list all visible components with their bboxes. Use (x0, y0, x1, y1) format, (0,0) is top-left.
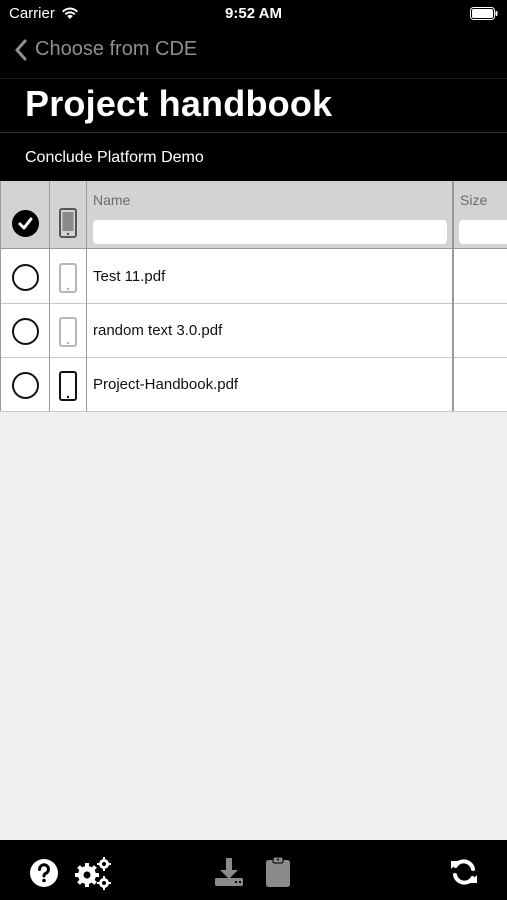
table-row[interactable]: random text 3.0.pdf (0, 304, 507, 358)
subtitle-bar: Conclude Platform Demo (0, 132, 507, 181)
device-not-downloaded-icon (59, 263, 77, 293)
device-downloaded-icon (59, 371, 77, 401)
name-filter-input[interactable] (93, 220, 447, 244)
checkmark-icon (18, 217, 33, 230)
back-button[interactable]: Choose from CDE (14, 38, 197, 61)
row-select-radio[interactable] (12, 318, 39, 345)
title-bar: Project handbook (0, 78, 507, 132)
settings-icon[interactable] (73, 856, 113, 890)
back-label: Choose from CDE (35, 38, 198, 60)
download-icon[interactable] (213, 856, 245, 888)
clipboard-icon[interactable] (265, 856, 291, 888)
select-all-checkbox[interactable] (12, 210, 39, 237)
name-column-header[interactable]: Name (93, 192, 130, 208)
size-column-header[interactable]: Size (460, 192, 487, 208)
file-table: Name Size Test 11.pdf random text 3.0.pd… (0, 181, 507, 412)
table-header: Name Size (0, 181, 507, 249)
project-name: Conclude Platform Demo (25, 149, 204, 166)
clock: 9:52 AM (225, 5, 282, 22)
page-title: Project handbook (25, 83, 333, 124)
help-icon[interactable] (29, 858, 59, 888)
chevron-left-icon (15, 39, 27, 60)
row-select-radio[interactable] (12, 372, 39, 399)
column-divider (86, 181, 87, 411)
file-name: Test 11.pdf (93, 268, 166, 285)
battery-icon (470, 7, 498, 20)
bottom-toolbar (0, 840, 507, 900)
file-name: Project-Handbook.pdf (93, 376, 239, 393)
device-not-downloaded-icon (59, 317, 77, 347)
column-divider[interactable] (452, 181, 454, 411)
file-name: random text 3.0.pdf (93, 322, 223, 339)
size-filter-input[interactable] (459, 220, 507, 244)
row-select-radio[interactable] (12, 264, 39, 291)
navigation-bar: Choose from CDE (0, 28, 507, 78)
table-row[interactable]: Test 11.pdf (0, 250, 507, 304)
table-row[interactable]: Project-Handbook.pdf (0, 358, 507, 412)
refresh-icon[interactable] (449, 857, 479, 887)
device-column-icon (59, 208, 77, 238)
status-bar: Carrier 9:52 AM (0, 0, 507, 28)
table-border-left (0, 181, 1, 411)
column-divider (49, 181, 50, 411)
